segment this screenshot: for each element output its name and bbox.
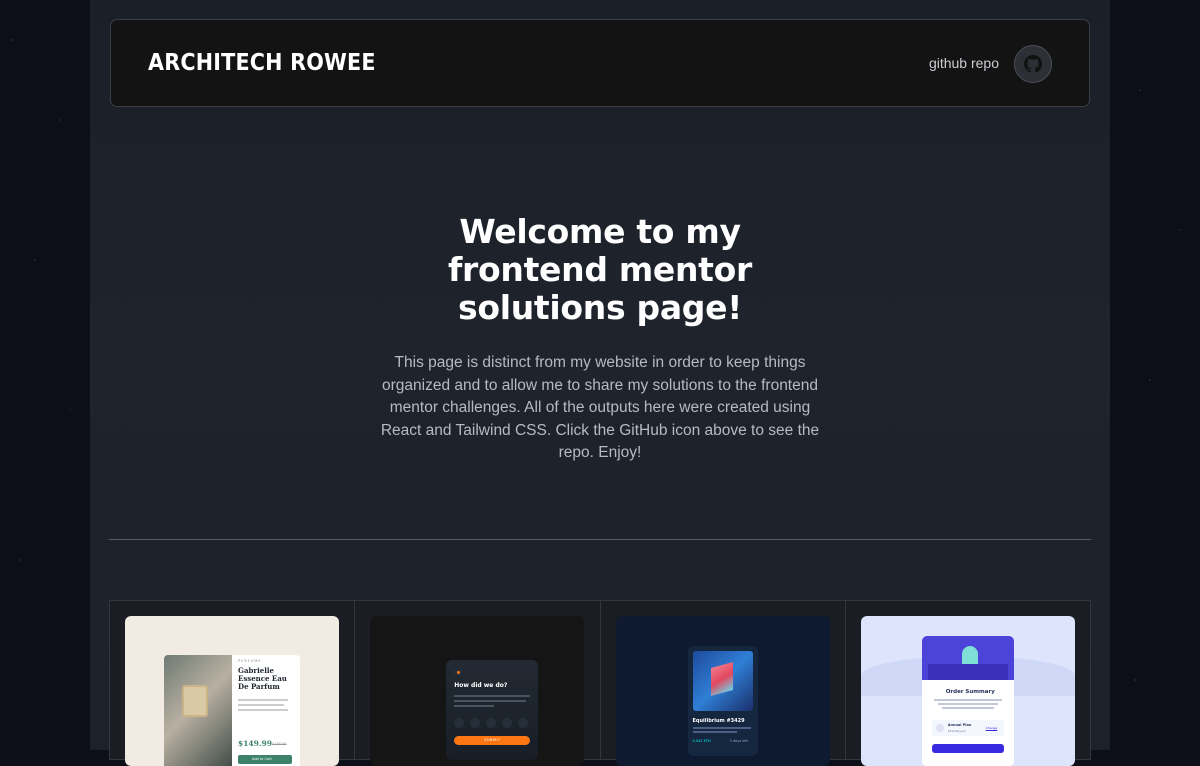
rating-component-thumbnail[interactable]: How did we do? SUBMIT: [370, 616, 585, 766]
main-container: ARCHITECH ROWEE github repo Welcome to m…: [90, 0, 1110, 766]
product-price: $149.99: [238, 739, 272, 748]
github-repo-link[interactable]: github repo: [929, 55, 999, 71]
add-to-cart-label: Add to Cart: [252, 757, 272, 761]
rating-option: [518, 718, 529, 728]
nft-image: [692, 651, 753, 711]
rating-option: [502, 718, 513, 728]
product-category: PERFUME: [238, 659, 262, 663]
order-desc-line: [941, 707, 994, 709]
solutions-grid: PERFUME Gabrielle Essence Eau De Parfum …: [109, 600, 1091, 766]
nft-time-left: 3 days left: [729, 739, 748, 743]
plan-box: Annual Plan $59.99/year Change: [931, 720, 1004, 736]
product-desc-line: [238, 699, 288, 701]
illustration-city: [927, 664, 1008, 680]
solution-card[interactable]: PERFUME Gabrielle Essence Eau De Parfum …: [110, 601, 356, 766]
order-card-mini: Order Summary Annual Plan $59.99/year Ch…: [921, 636, 1014, 766]
star-icon: [454, 668, 463, 676]
hero-description: This page is distinct from my website in…: [380, 354, 820, 461]
nft-desc-line: [692, 727, 751, 729]
rating-option: [470, 718, 481, 728]
rating-option: [454, 718, 465, 728]
order-summary-thumbnail[interactable]: Order Summary Annual Plan $59.99/year Ch…: [860, 616, 1075, 766]
nft-card-mini: Equilibrium #3429 0.041 ETH 3 days left: [687, 646, 758, 756]
submit-label: SUBMIT: [484, 738, 501, 742]
solution-card[interactable]: Order Summary Annual Plan $59.99/year Ch…: [846, 601, 1090, 766]
product-old-price: $169.99: [272, 742, 287, 746]
product-desc-line: [238, 709, 288, 711]
nft-art: [710, 662, 733, 696]
rating-desc-line: [454, 700, 527, 702]
product-preview-thumbnail[interactable]: PERFUME Gabrielle Essence Eau De Parfum …: [125, 616, 339, 766]
github-icon[interactable]: [1014, 45, 1052, 83]
perfume-bottle-icon: [182, 685, 208, 717]
rating-desc-line: [454, 695, 531, 697]
nft-desc-line: [692, 731, 737, 733]
nft-price: 0.041 ETH: [692, 739, 711, 743]
proceed-button: [931, 744, 1004, 753]
order-title: Order Summary: [945, 689, 995, 695]
rating-card-mini: How did we do? SUBMIT: [446, 660, 539, 760]
rating-title: How did we do?: [454, 682, 508, 689]
plan-name: Annual Plan: [947, 723, 972, 727]
order-hero-image: [921, 636, 1014, 680]
nft-title: Equilibrium #3429: [692, 718, 745, 724]
product-desc-line: [238, 704, 284, 706]
change-link: Change: [985, 726, 998, 730]
solution-card[interactable]: How did we do? SUBMIT: [355, 601, 601, 766]
section-divider: [109, 539, 1091, 540]
nft-preview-thumbnail[interactable]: Equilibrium #3429 0.041 ETH 3 days left: [615, 616, 830, 766]
plan-price: $59.99/year: [947, 729, 966, 733]
order-desc-line: [937, 703, 998, 705]
rating-desc-line: [454, 705, 495, 707]
music-icon: [935, 724, 944, 732]
rating-option: [486, 718, 497, 728]
solution-card[interactable]: Equilibrium #3429 0.041 ETH 3 days left: [601, 601, 846, 766]
navbar: ARCHITECH ROWEE github repo: [110, 19, 1090, 107]
product-card-mini: PERFUME Gabrielle Essence Eau De Parfum …: [164, 655, 300, 766]
order-desc-line: [933, 699, 1002, 701]
product-title: Gabrielle Essence Eau De Parfum: [238, 666, 287, 691]
hero-title: Welcome to my frontend mentor solutions …: [447, 212, 753, 327]
brand-logo[interactable]: ARCHITECH ROWEE: [148, 50, 376, 76]
